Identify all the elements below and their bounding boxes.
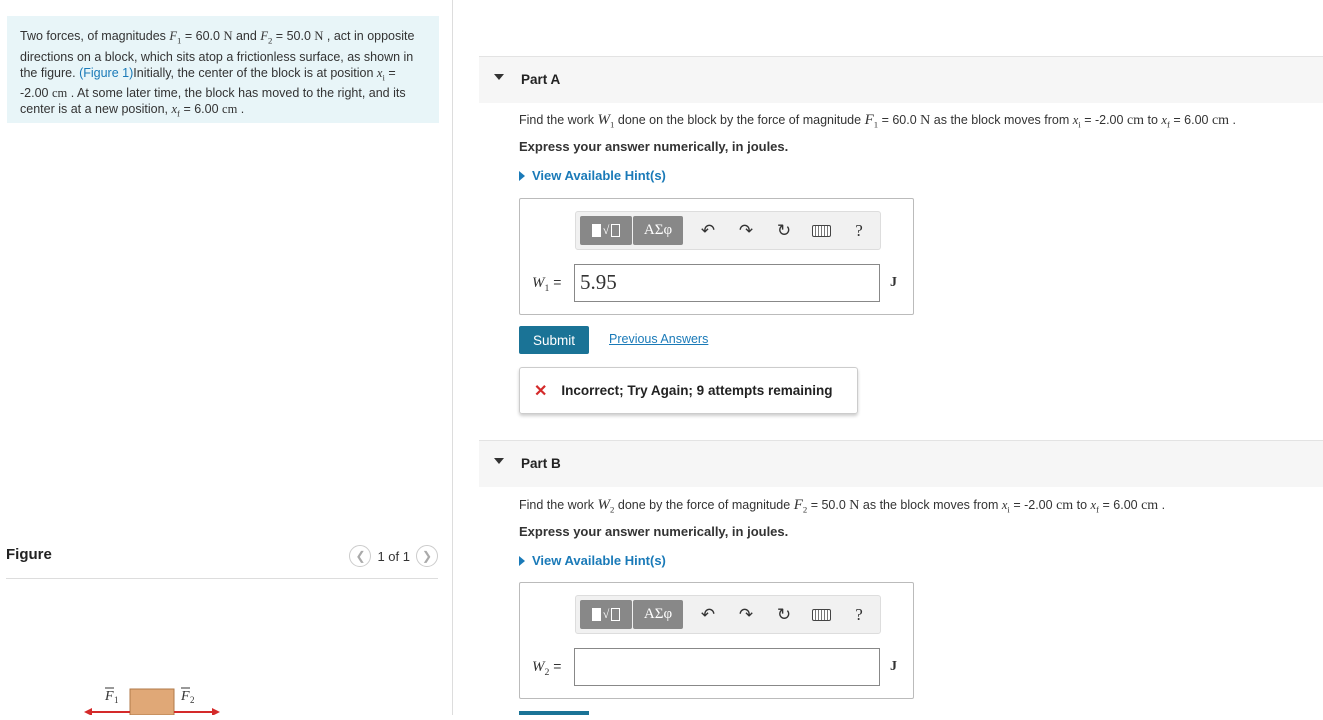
redo-icon[interactable]: ↷ — [736, 221, 756, 241]
templates-button[interactable]: √ — [580, 600, 632, 629]
part-a-question: Find the work W1 done on the block by th… — [519, 112, 1237, 130]
unit-label: J — [890, 275, 897, 290]
hint-triangle-icon — [519, 555, 525, 566]
templates-icon — [591, 608, 601, 621]
help-icon[interactable]: ? — [849, 605, 869, 625]
keyboard-icon — [811, 225, 831, 237]
figure-link[interactable]: (Figure 1) — [79, 66, 133, 80]
problem-statement: Two forces, of magnitudes F1 = 60.0 N an… — [7, 16, 439, 123]
part-b-hint-toggle[interactable]: View Available Hint(s) — [519, 553, 666, 568]
hint-triangle-icon — [519, 170, 525, 181]
submit-button[interactable]: Submit — [519, 326, 589, 354]
part-a-instructions: Express your answer numerically, in joul… — [519, 139, 789, 154]
part-a-hint-toggle[interactable]: View Available Hint(s) — [519, 168, 666, 183]
math-toolbar: √ ΑΣφ ↶ ↷ ↻ ? — [575, 211, 881, 250]
previous-answers-link[interactable]: Previous Answers — [609, 332, 708, 346]
answer-input[interactable]: 5.95 — [574, 264, 880, 302]
force-diagram: F 1 F 2 — [84, 687, 220, 716]
part-a-header[interactable]: Part A — [479, 56, 1323, 103]
incorrect-x-icon: ✕ — [534, 382, 548, 400]
f1-label: F — [104, 689, 114, 704]
part-b-answer-box: √ ΑΣφ ↶ ↷ ↻ ? W2 = J — [519, 582, 914, 699]
chevron-right-icon[interactable]: ❯ — [416, 545, 438, 567]
f1-arrowhead — [84, 708, 92, 716]
figure-diagram: F 1 F 2 — [80, 682, 230, 716]
part-b-title: Part B — [521, 456, 561, 471]
unit-label: J — [890, 659, 897, 674]
collapse-triangle-icon[interactable] — [494, 458, 504, 464]
part-b-question: Find the work W2 done by the force of ma… — [519, 497, 1166, 515]
undo-icon[interactable]: ↶ — [698, 221, 718, 241]
keyboard-button[interactable] — [811, 221, 831, 241]
figure-header: Figure ❮ 1 of 1 ❯ — [6, 545, 438, 579]
answer-variable-label: W1 = — [532, 274, 562, 294]
templates-icon — [591, 224, 601, 237]
feedback-message: ✕ Incorrect; Try Again; 9 attempts remai… — [519, 367, 858, 414]
keyboard-button[interactable] — [811, 605, 831, 625]
part-b-submit-button[interactable] — [519, 711, 589, 715]
math-toolbar: √ ΑΣφ ↶ ↷ ↻ ? — [575, 595, 881, 634]
f2-label-sub: 2 — [190, 695, 195, 705]
part-b-instructions: Express your answer numerically, in joul… — [519, 524, 789, 539]
collapse-triangle-icon[interactable] — [494, 74, 504, 80]
reset-icon[interactable]: ↻ — [774, 221, 794, 241]
block — [129, 688, 175, 716]
undo-icon[interactable]: ↶ — [698, 605, 718, 625]
part-b-header[interactable]: Part B — [479, 440, 1323, 487]
figure-title: Figure — [6, 546, 52, 563]
f1-label-sub: 1 — [114, 695, 119, 705]
figure-pager: ❮ 1 of 1 ❯ — [349, 545, 438, 567]
figure-page-count: 1 of 1 — [377, 548, 410, 564]
keyboard-icon — [811, 609, 831, 621]
greek-symbols-button[interactable]: ΑΣφ — [633, 216, 683, 245]
help-icon[interactable]: ? — [849, 221, 869, 241]
left-column: Two forces, of magnitudes F1 = 60.0 N an… — [0, 0, 453, 716]
templates-button[interactable]: √ — [580, 216, 632, 245]
answer-input[interactable] — [574, 648, 880, 686]
answer-variable-label: W2 = — [532, 658, 562, 678]
f2-arrowhead — [212, 708, 220, 716]
part-a-title: Part A — [521, 72, 561, 87]
chevron-left-icon[interactable]: ❮ — [349, 545, 372, 567]
f2-label: F — [180, 689, 190, 704]
part-a-answer-box: √ ΑΣφ ↶ ↷ ↻ ? W1 = 5.95 J — [519, 198, 914, 315]
redo-icon[interactable]: ↷ — [736, 605, 756, 625]
greek-symbols-button[interactable]: ΑΣφ — [633, 600, 683, 629]
reset-icon[interactable]: ↻ — [774, 605, 794, 625]
